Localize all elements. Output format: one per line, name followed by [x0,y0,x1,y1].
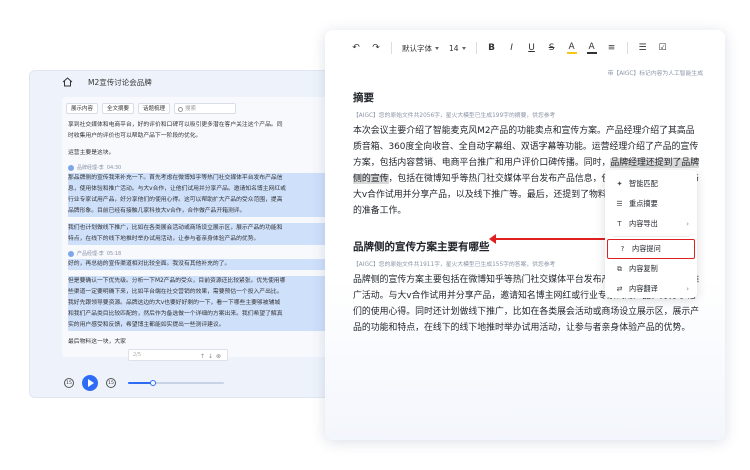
speaker1-text: 那品牌侧的宣传我来补充一下。首先考虑在微博知乎等热门社交媒体平台发布产品信 息，… [62,171,328,247]
menu-item-smart-match[interactable]: ✦ 智能匹配 [605,174,697,194]
playback-progress[interactable] [128,380,224,386]
speaker-header: 品牌经理-李 04:30 [62,161,328,171]
chevron-right-icon: › [686,285,689,293]
search-result-navigator[interactable]: 2/5 ↑↓⊗ [128,349,228,361]
undo-icon[interactable]: ↶ [351,43,361,53]
speaker2-text: 好的，再总结的宣传渠道相对比较全面。我没有其他补充的了。 但是要确认一下优先级。… [62,257,328,350]
transcript-intro: 享到社交媒体和电商平台，好的评价和口碑可以吸引更多潜在客户关注这个产品。同 时收… [62,118,328,161]
text-icon: T [617,220,622,228]
menu-item-copy[interactable]: ⧉ 内容复制 [605,259,697,279]
annotation-arrow [489,234,605,244]
transcript-panel: 展示内容 全文摘要 话题梳理 搜索 享到社交媒体和电商平台，好的评价和口碑可以吸… [62,97,328,357]
menu-item-ask-question[interactable]: ? 内容提问 [607,239,695,259]
toolbar-divider [391,42,392,54]
rewind-15-icon[interactable]: 15 [64,378,74,388]
transcript-line: 实的用户感受和反馈，希望博主都能如实提出一些测评建议。 [68,320,328,331]
transcript-toolbar: 展示内容 全文摘要 话题梳理 搜索 [62,97,328,118]
speaker-name: 品牌经理-李 [77,165,104,171]
font-family-select[interactable]: 默认字体 [402,43,439,54]
speaker-time: 04:30 [106,164,122,171]
menu-item-label: 内容提问 [632,244,661,253]
speaker-time: 05:18 [106,250,122,257]
checkbox-icon[interactable]: ☑ [658,43,668,53]
transcript-line: 那品牌侧的宣传我来补充一下。首先考虑在微博知乎等热门社交媒体平台发布产品信 [68,173,328,184]
transcript-line: 我们也计划做线下推广，比如在各类展会活动或商场设立展示区，展示产品的功能和 [68,223,328,234]
menu-item-key-summary[interactable]: ☰ 重点摘要 [605,194,697,214]
menu-item-translate[interactable]: ⇄ 内容翻译 › [605,279,697,299]
sparkle-icon: ✦ [616,180,623,188]
toolbar-divider [626,42,628,54]
copy-icon: ⧉ [617,264,622,273]
transcript-title: M2宣传讨论会品牌 [88,77,152,87]
menu-item-label: 内容翻译 [629,284,658,293]
transcript-line: 运营主要是这块。 [68,150,115,156]
menu-divider [613,236,689,237]
bold-icon[interactable]: B [487,43,497,53]
transcript-line: 行业专家试用产品，好分享他们的使用心得。这可以帮助扩大产品的受众范围，提高 [68,195,328,206]
play-button[interactable] [82,375,98,391]
transcript-line: 但是要确认一下优先级。分析一下M2产品的受众，目前资源还比较紧张。优先使用哪 [68,276,328,287]
menu-item-label: 内容导出 [629,219,658,228]
speaker-name: 产品经理-李 [77,251,104,257]
transcript-window: M2宣传讨论会品牌 展示内容 全文摘要 话题梳理 搜索 享到社交媒体和电商平台，… [29,70,329,398]
navigator-icons[interactable]: ↑↓⊗ [200,351,224,362]
speaker-avatar [68,164,74,171]
home-icon[interactable] [62,77,73,87]
menu-item-export[interactable]: T 内容导出 › [605,214,697,234]
summary-meta: 【AIGC】您的原始文件共2056字，星火大模型已生成199字的摘要，供您参考 [353,113,556,119]
menu-item-label: 重点摘要 [629,199,658,208]
chevron-right-icon: › [686,220,689,228]
progress-knob[interactable] [149,380,156,386]
bullet-list-icon[interactable]: ☰ [638,43,648,53]
topic-outline-button[interactable]: 话题梳理 [138,103,171,114]
text-color-icon[interactable]: A [586,42,597,54]
transcript-line: 我好先跟领导要资源。品牌这边的大v也要好好剩的一下，看一下哪些主要够被辅城 [68,298,328,309]
transcript-header: M2宣传讨论会品牌 [30,71,328,93]
redo-icon[interactable]: ↷ [371,43,381,53]
transcript-line: 好的，再总结的宣传渠道相对比较全面。我没有其他补充的了。 [68,259,328,270]
show-content-button[interactable]: 展示内容 [66,103,99,114]
speaker-header: 产品经理-李 05:18 [62,247,328,257]
transcript-line: 时收集用户的评价也可以帮助产品下一阶段的优化。 [68,133,202,139]
transcript-line: 品牌形象。目前已经有接触几家科技大v合作，合作做产品开箱测评。 [68,206,328,217]
transcript-line: 些渠道一定要明确下来，比如平台端在社交营销的效果，需要预估一个投入产出比。 [68,287,328,298]
aigc-notice: 带【AIGC】标记内容为人工智能生成 [607,71,703,77]
highlight-icon[interactable]: A [566,42,577,54]
translate-icon: ⇄ [616,285,623,293]
context-menu: ✦ 智能匹配 ☰ 重点摘要 T 内容导出 › ? 内容提问 ⧉ 内容复制 ⇄ 内容翻译 › [605,170,697,298]
transcript-line: 息，使用体验和推广活动。与大v合作，让他们试用并分享产品。邀请知名博主网红或 [68,184,328,195]
toolbar-divider [475,42,477,54]
italic-icon[interactable]: I [507,43,517,53]
question-icon: ? [620,245,625,253]
forward-15-icon[interactable]: 15 [106,378,116,388]
menu-item-label: 内容复制 [629,264,658,273]
result-count: 2/5 [133,352,142,358]
transcript-line: 和我们产品类目比较匹配的，然后作为备选做一个详细的方案出来。我们希望了解真 [68,309,328,320]
strikethrough-icon[interactable]: S [547,43,557,53]
transcript-line: 最后物料这一块，大家 [68,339,126,345]
speaker-avatar [68,250,74,257]
menu-item-label: 智能匹配 [629,179,658,188]
summary-heading: 摘要 [353,92,374,104]
transcript-line: 特点，在线下的线下地推时举办试用活动，让参与者亲身体验产品的优势。 [68,234,328,245]
stage: M2宣传讨论会品牌 展示内容 全文摘要 话题梳理 搜索 享到社交媒体和电商平台，… [0,0,750,470]
audio-player: 15 15 [30,369,328,397]
transcript-line: 享到社交媒体和电商平台，好的评价和口碑可以吸引更多潜在客户关注这个产品。同 [68,122,283,128]
align-icon[interactable]: ≡ [607,43,617,53]
full-summary-button[interactable]: 全文摘要 [102,103,135,114]
font-size-select[interactable]: 14 [449,44,466,53]
editor-toolbar: ↶ ↷ 默认字体 14 B I U S A A ≡ ☰ ☑ [325,30,725,66]
transcript-search-input[interactable]: 搜索 [174,103,237,114]
underline-icon[interactable]: U [527,43,537,53]
list-icon: ☰ [616,200,623,208]
